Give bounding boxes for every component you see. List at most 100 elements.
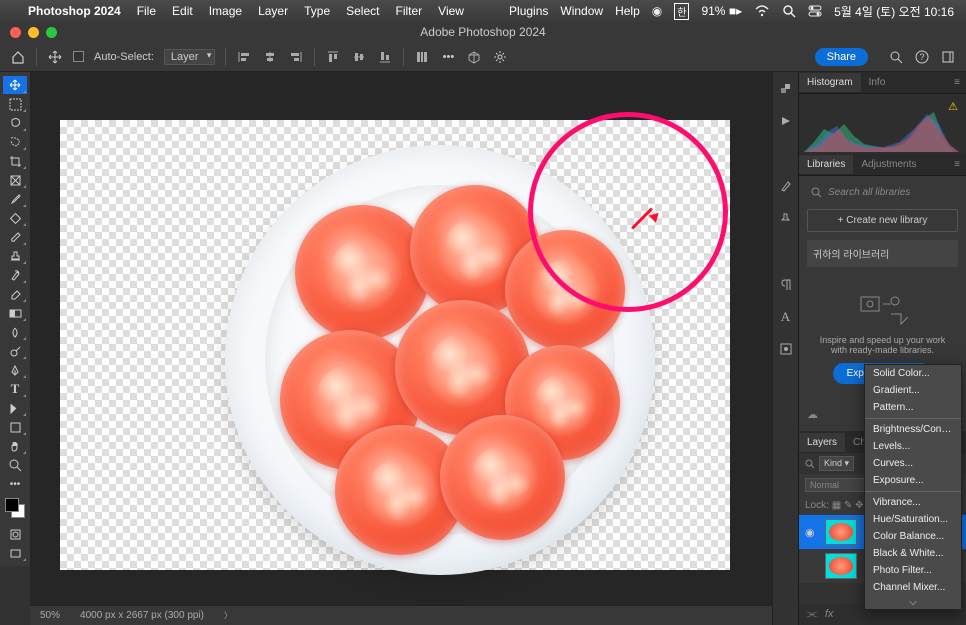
color-panel-icon[interactable] (777, 80, 795, 98)
character-panel-icon[interactable]: A (777, 308, 795, 326)
library-search[interactable]: Search all libraries (807, 184, 958, 201)
menu-help[interactable]: Help (615, 4, 640, 18)
ctx-photo-filter[interactable]: Photo Filter... (865, 562, 961, 579)
help-icon[interactable]: ? (914, 49, 930, 65)
gradient-tool[interactable] (3, 304, 27, 322)
lock-transparent-icon[interactable]: ▦ (832, 500, 841, 511)
tab-libraries[interactable]: Libraries (799, 155, 853, 174)
control-center-icon[interactable] (808, 5, 822, 17)
selection-tool[interactable] (3, 133, 27, 151)
gear-icon[interactable] (492, 49, 508, 65)
menu-edit[interactable]: Edit (172, 4, 193, 18)
tab-adjustments[interactable]: Adjustments (853, 155, 924, 174)
app-name[interactable]: Photoshop 2024 (28, 4, 121, 18)
edit-toolbar[interactable]: ••• (3, 475, 27, 493)
menu-image[interactable]: Image (209, 4, 242, 18)
workspace-icon[interactable] (940, 49, 956, 65)
document-dims[interactable]: 4000 px x 2667 px (300 ppi) (80, 610, 204, 621)
ctx-brightness[interactable]: Brightness/Contrast... (865, 421, 961, 438)
blend-mode-select[interactable]: Normal (805, 478, 865, 492)
share-button[interactable]: Share (815, 48, 868, 66)
close-window[interactable] (10, 27, 21, 38)
ctx-gradient[interactable]: Gradient... (865, 382, 961, 399)
menu-layer[interactable]: Layer (258, 4, 288, 18)
lock-brush-icon[interactable]: ✎ (844, 500, 852, 511)
record-icon[interactable]: ◉ (652, 4, 662, 18)
crop-tool[interactable] (3, 152, 27, 170)
zoom-tool[interactable] (3, 456, 27, 474)
more-options-icon[interactable]: ••• (440, 49, 456, 65)
maximize-window[interactable] (46, 27, 57, 38)
menu-filter[interactable]: Filter (395, 4, 422, 18)
3d-mode-icon[interactable] (466, 49, 482, 65)
lock-position-icon[interactable]: ✥ (855, 500, 863, 511)
clone-panel-icon[interactable] (777, 210, 795, 228)
tab-histogram[interactable]: Histogram (799, 73, 861, 92)
menu-view[interactable]: View (438, 4, 464, 18)
menu-window[interactable]: Window (560, 4, 603, 18)
eraser-tool[interactable] (3, 285, 27, 303)
layer-kind-select[interactable]: Kind ▾ (819, 456, 854, 471)
color-swatches[interactable] (5, 498, 25, 518)
pen-tool[interactable] (3, 361, 27, 379)
tab-info[interactable]: Info (861, 73, 894, 92)
search-icon[interactable] (782, 4, 796, 18)
zoom-level[interactable]: 50% (40, 610, 60, 621)
marquee-tool[interactable] (3, 95, 27, 113)
ctx-channel-mixer[interactable]: Channel Mixer... (865, 579, 961, 596)
input-source[interactable]: 한 (674, 3, 689, 20)
cloud-icon[interactable]: ☁ (807, 408, 818, 421)
search-panel-icon[interactable] (888, 49, 904, 65)
align-bottom-icon[interactable] (377, 49, 393, 65)
home-icon[interactable] (10, 49, 26, 65)
hand-tool[interactable] (3, 437, 27, 455)
lasso-tool[interactable] (3, 114, 27, 132)
ctx-more[interactable]: ⌵ (865, 596, 961, 609)
brush-tool[interactable] (3, 228, 27, 246)
stamp-tool[interactable] (3, 247, 27, 265)
glyphs-panel-icon[interactable] (777, 340, 795, 358)
align-center-v-icon[interactable] (351, 49, 367, 65)
minimize-window[interactable] (28, 27, 39, 38)
canvas-area[interactable] (30, 72, 798, 605)
layer-fx-icon[interactable]: fx (825, 608, 834, 621)
menu-file[interactable]: File (137, 4, 156, 18)
tab-layers[interactable]: Layers (799, 433, 845, 452)
battery-status[interactable]: 91% ■▸ (701, 4, 742, 18)
panel-menu-icon[interactable]: ≡ (948, 159, 966, 170)
ctx-hue[interactable]: Hue/Saturation... (865, 511, 961, 528)
play-panel-icon[interactable] (777, 112, 795, 130)
visibility-toggle[interactable]: ◉ (805, 526, 819, 539)
move-tool[interactable] (3, 76, 27, 94)
frame-tool[interactable] (3, 171, 27, 189)
filter-search-icon[interactable] (805, 459, 815, 469)
ctx-pattern[interactable]: Pattern... (865, 399, 961, 416)
align-top-icon[interactable] (325, 49, 341, 65)
auto-select-checkbox[interactable] (73, 51, 84, 62)
clock[interactable]: 5월 4일 (토) 오전 10:16 (834, 3, 954, 20)
ctx-color-balance[interactable]: Color Balance... (865, 528, 961, 545)
menu-plugins[interactable]: Plugins (509, 4, 548, 18)
ctx-curves[interactable]: Curves... (865, 455, 961, 472)
link-layers-icon[interactable]: ⫘ (807, 608, 817, 621)
dodge-tool[interactable] (3, 342, 27, 360)
healing-tool[interactable] (3, 209, 27, 227)
type-tool[interactable]: T (3, 380, 27, 398)
wifi-icon[interactable] (754, 5, 770, 17)
panel-menu-icon[interactable]: ≡ (948, 77, 966, 88)
screen-mode[interactable] (3, 544, 27, 562)
distribute-icon[interactable] (414, 49, 430, 65)
blur-tool[interactable] (3, 323, 27, 341)
move-tool-icon[interactable] (47, 49, 63, 65)
align-right-icon[interactable] (288, 49, 304, 65)
ctx-vibrance[interactable]: Vibrance... (865, 494, 961, 511)
ctx-exposure[interactable]: Exposure... (865, 472, 961, 489)
path-tool[interactable] (3, 399, 27, 417)
library-item[interactable]: 귀하의 라이브러리 (807, 240, 958, 267)
paragraph-panel-icon[interactable] (777, 276, 795, 294)
histogram-warning-icon[interactable]: ⚠ (948, 100, 958, 113)
histogram-panel[interactable]: ⚠ (799, 94, 966, 154)
shape-tool[interactable] (3, 418, 27, 436)
create-library-button[interactable]: + Create new library (807, 209, 958, 232)
quick-mask[interactable] (3, 525, 27, 543)
